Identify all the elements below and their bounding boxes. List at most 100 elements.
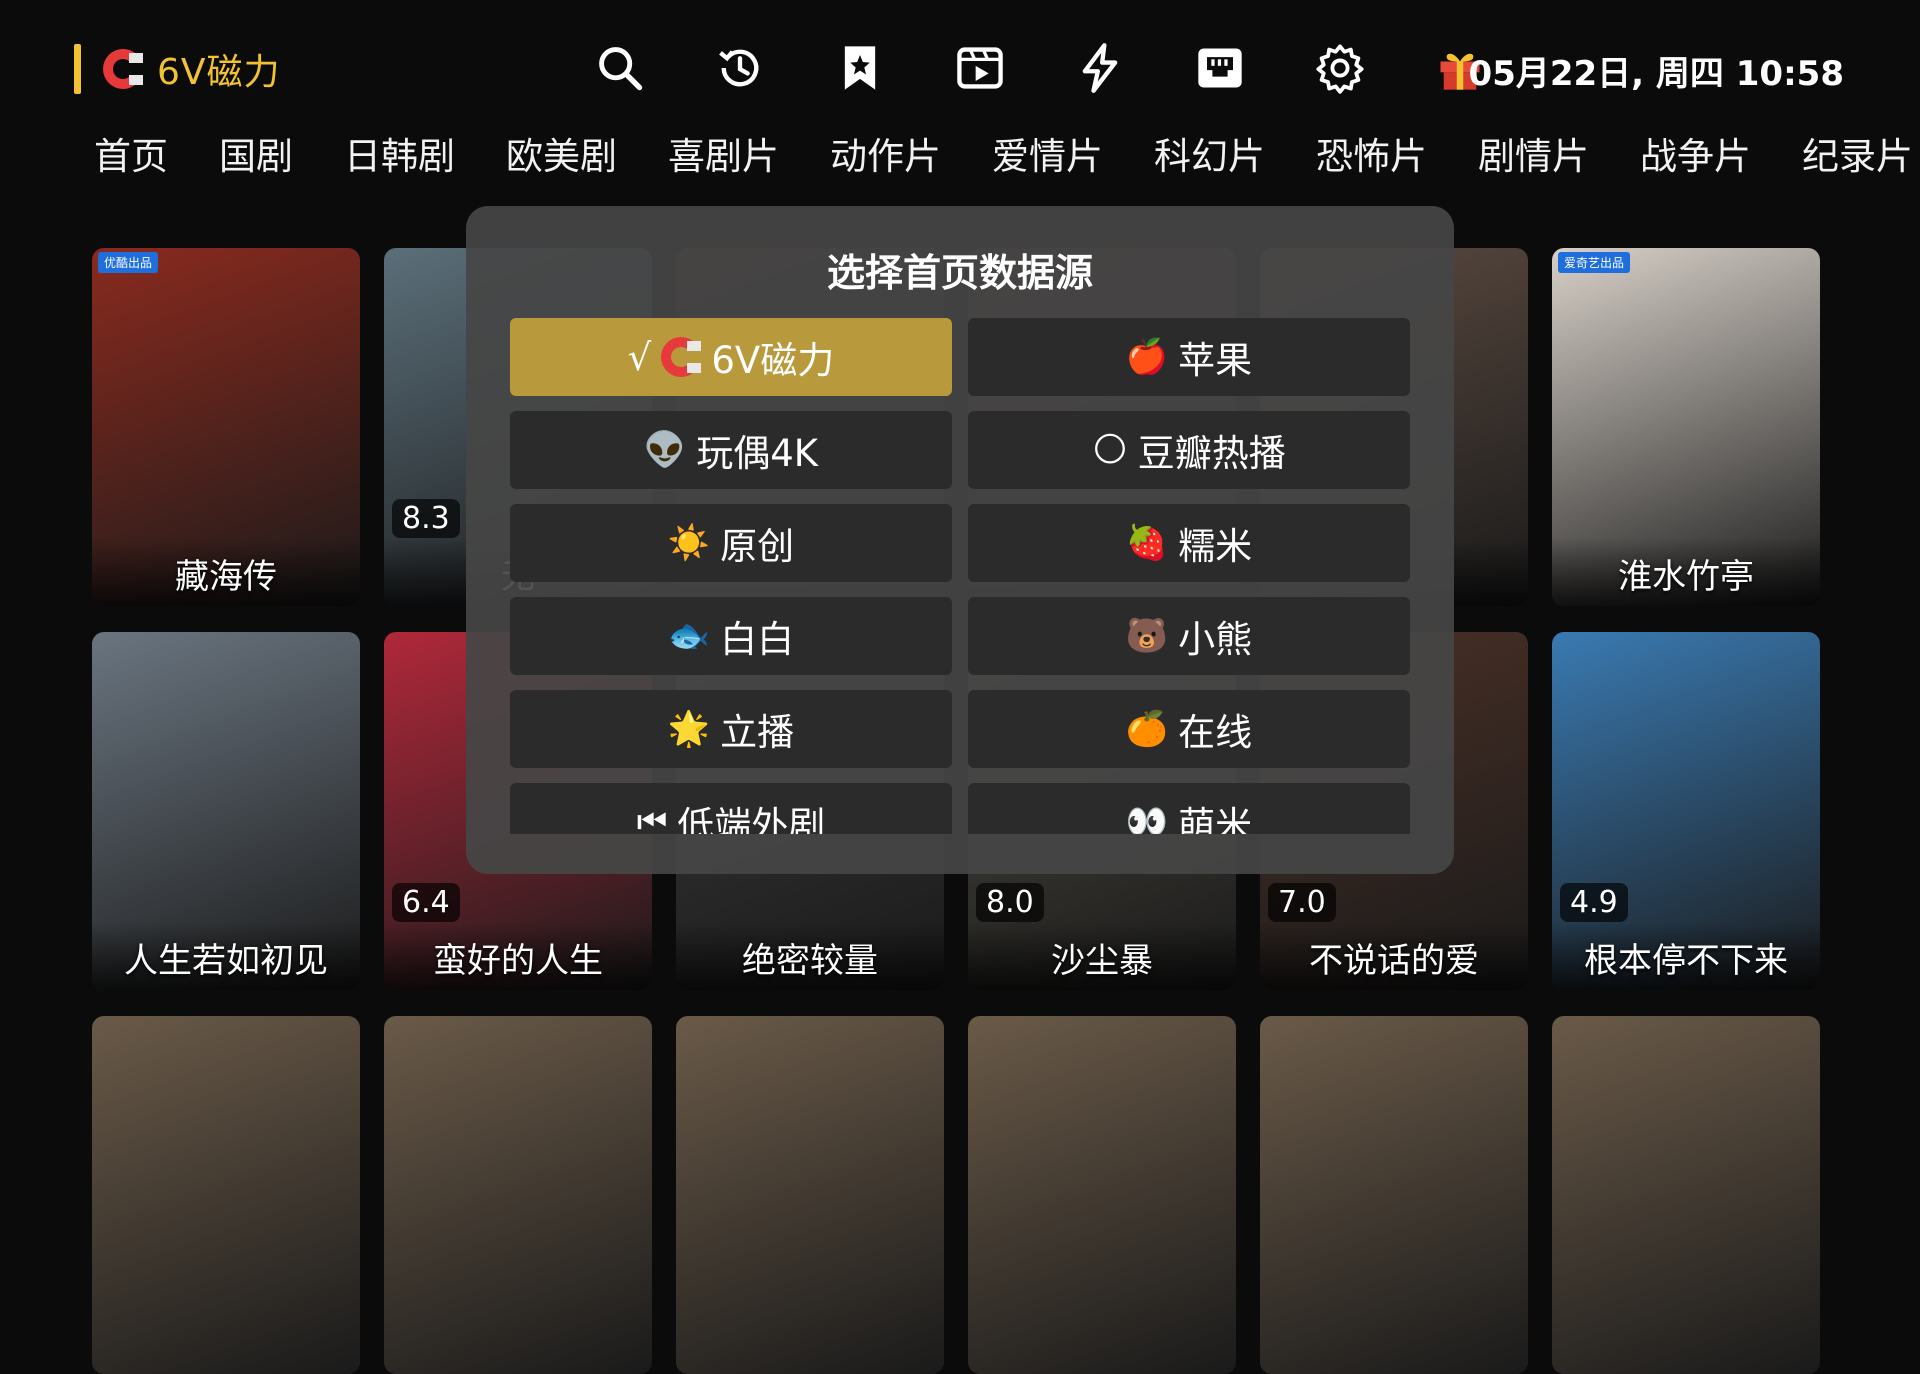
video-icon[interactable] — [920, 40, 1040, 96]
rating-badge: 8.0 — [976, 883, 1044, 922]
bookmark-icon[interactable] — [800, 40, 920, 96]
source-emoji-icon: ⏮ — [636, 802, 668, 834]
source-option[interactable]: ⏮ 低端外剧 — [510, 783, 952, 834]
nav-item[interactable]: 纪录片 — [1802, 126, 1913, 180]
source-option-label: 糯米 — [1178, 525, 1253, 568]
poster-title-bar: 沙尘暴 — [968, 922, 1236, 990]
source-emoji-icon: 🍎 — [1125, 337, 1169, 377]
rating-badge: 7.0 — [1268, 883, 1336, 922]
source-option[interactable]: 🍊 在线 — [968, 690, 1410, 768]
source-option-label: 6V磁力 — [711, 339, 835, 382]
source-option-label: 低端外剧 — [677, 804, 826, 834]
source-option[interactable]: 🍓 糯米 — [968, 504, 1410, 582]
poster-card[interactable]: 爱奇艺出品淮水竹亭 — [1552, 248, 1820, 606]
poster-title-bar: 淮水竹亭 — [1552, 538, 1820, 606]
source-option-label: 豆瓣热播 — [1137, 432, 1286, 475]
poster-title-bar: 蛮好的人生 — [384, 922, 652, 990]
brand: 6V磁力 — [74, 44, 281, 94]
ethernet-icon[interactable] — [1160, 40, 1280, 96]
source-emoji-icon: ☀️ — [667, 523, 711, 563]
source-emoji-icon: 👽 — [643, 430, 687, 470]
category-nav: 首页国剧日韩剧欧美剧喜剧片动作片爱情片科幻片恐怖片剧情片战争片纪录片动 — [94, 126, 1920, 180]
dialog-title: 选择首页数据源 — [826, 251, 1093, 295]
source-option[interactable]: √ 6V磁力 — [510, 318, 952, 396]
rating-badge: 4.9 — [1560, 883, 1628, 922]
nav-item[interactable]: 科幻片 — [1154, 126, 1265, 180]
source-emoji-icon: 🌟 — [667, 709, 711, 749]
nav-item[interactable]: 恐怖片 — [1316, 126, 1427, 180]
poster-card[interactable] — [676, 1016, 944, 1374]
source-option-label: 小熊 — [1178, 618, 1253, 661]
search-icon[interactable] — [560, 40, 680, 96]
source-option-label: 立播 — [720, 711, 795, 754]
source-option-label: 原创 — [720, 525, 795, 568]
poster-card[interactable]: 4.9 根本停不下来 — [1552, 632, 1820, 990]
check-mark-icon: √ — [627, 335, 652, 379]
source-option-label: 萌米 — [1178, 804, 1253, 834]
poster-card[interactable] — [92, 1016, 360, 1374]
source-options: √ 6V磁力 🍎 苹果 👽 玩偶4K 🌕 豆瓣热播 ☀️ 原创 🍓 糯米 🐟 白白 🐻 小熊 🌟 立播 🍊 在线 ⏮ 低端… — [510, 318, 1410, 834]
top-bar: 6V磁力 05月22日, 周四 10:58 首页 国剧 日韩剧 欧美剧 喜剧片 动作片 爱情… — [0, 0, 1920, 178]
nav-item[interactable]: 动作片 — [830, 126, 941, 180]
nav-item[interactable]: 欧美剧 — [506, 126, 617, 180]
poster-title: 绝密较量 — [742, 941, 878, 981]
poster-title-bar: 人生若如初见 — [92, 922, 360, 990]
toolbar-icons — [560, 40, 1520, 96]
poster-title-bar: 绝密较量 — [676, 922, 944, 990]
poster-title: 人生若如初见 — [124, 941, 328, 981]
source-select-dialog: 选择首页数据源 √ 6V磁力 🍎 苹果 👽 玩偶4K 🌕 豆瓣热播 ☀️ 原创 🍓 糯米 🐟 白白 🐻 小熊 🌟… — [466, 206, 1454, 874]
rating-badge: 6.4 — [392, 883, 460, 922]
history-icon[interactable] — [680, 40, 800, 96]
brand-accent-bar — [74, 44, 81, 94]
source-option[interactable]: 🌟 立播 — [510, 690, 952, 768]
source-option[interactable]: 👽 玩偶4K — [510, 411, 952, 489]
poster-title-bar: 藏海传 — [92, 538, 360, 606]
datetime: 05月22日, 周四 10:58 — [1468, 54, 1844, 94]
source-option[interactable]: 🐻 小熊 — [968, 597, 1410, 675]
source-option[interactable]: ☀️ 原创 — [510, 504, 952, 582]
source-emoji-icon: 🍓 — [1125, 523, 1169, 563]
source-emoji-icon: 👀 — [1125, 802, 1169, 834]
nav-item[interactable]: 剧情片 — [1478, 126, 1589, 180]
source-option-label: 在线 — [1178, 711, 1253, 754]
poster-badge: 爱奇艺出品 — [1558, 252, 1631, 273]
source-option-label: 苹果 — [1178, 339, 1253, 382]
poster-title: 淮水竹亭 — [1618, 557, 1754, 597]
poster-title: 藏海传 — [175, 557, 277, 597]
source-option-label: 玩偶4K — [696, 432, 819, 475]
nav-item[interactable]: 战争片 — [1640, 126, 1751, 180]
source-option[interactable]: 🌕 豆瓣热播 — [968, 411, 1410, 489]
poster-title: 根本停不下来 — [1584, 941, 1788, 981]
poster-card[interactable] — [384, 1016, 652, 1374]
source-emoji-icon: 🍊 — [1125, 709, 1169, 749]
source-option[interactable]: 🍎 苹果 — [968, 318, 1410, 396]
nav-item[interactable]: 日韩剧 — [344, 126, 455, 180]
source-option[interactable]: 🐟 白白 — [510, 597, 952, 675]
brand-name: 6V磁力 — [157, 52, 281, 93]
poster-title: 不说话的爱 — [1309, 941, 1479, 981]
poster-card[interactable] — [1552, 1016, 1820, 1374]
source-emoji-icon: 🐟 — [667, 616, 711, 656]
source-emoji-icon: 🐻 — [1125, 616, 1169, 656]
nav-item[interactable]: 爱情片 — [992, 126, 1103, 180]
poster-card[interactable]: 人生若如初见 — [92, 632, 360, 990]
flash-icon[interactable] — [1040, 40, 1160, 96]
nav-item[interactable]: 首页 — [94, 126, 168, 180]
nav-item[interactable]: 喜剧片 — [668, 126, 779, 180]
poster-title-bar: 不说话的爱 — [1260, 922, 1528, 990]
poster-title-bar: 根本停不下来 — [1552, 922, 1820, 990]
magnet-icon — [661, 337, 702, 377]
poster-card[interactable]: 优酷出品藏海传 — [92, 248, 360, 606]
source-option[interactable]: 👀 萌米 — [968, 783, 1410, 834]
nav-item[interactable]: 国剧 — [219, 126, 293, 180]
source-option-label: 白白 — [720, 618, 795, 661]
poster-card[interactable] — [968, 1016, 1236, 1374]
rating-badge: 8.3 — [392, 499, 460, 538]
poster-title: 蛮好的人生 — [433, 941, 603, 981]
gear-icon[interactable] — [1280, 40, 1400, 96]
poster-card[interactable] — [1260, 1016, 1528, 1374]
source-emoji-icon: 🌕 — [1092, 430, 1128, 470]
poster-badge: 优酷出品 — [98, 252, 159, 273]
magnet-logo-icon — [103, 49, 143, 89]
poster-title: 沙尘暴 — [1051, 941, 1153, 981]
